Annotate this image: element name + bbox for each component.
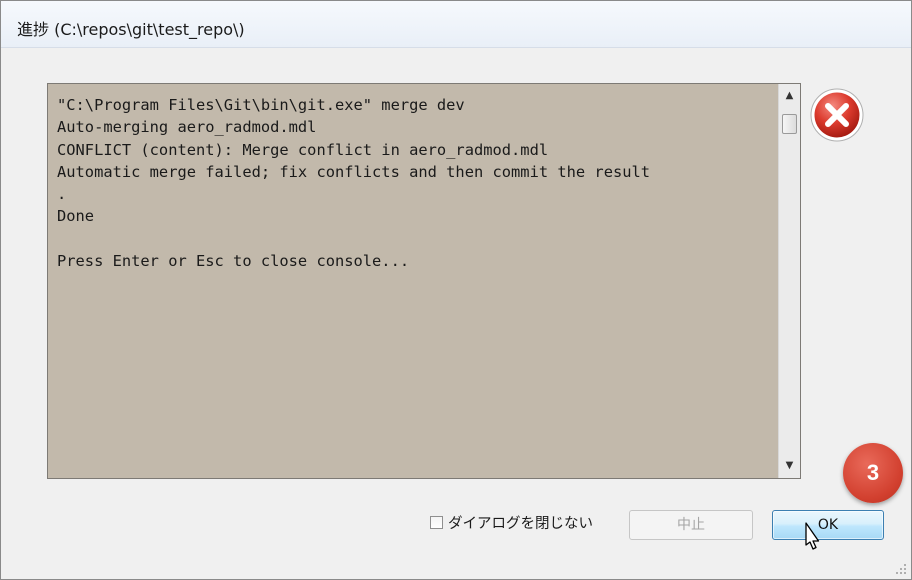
- error-icon: [810, 88, 864, 142]
- vertical-scrollbar[interactable]: ▲ ▼: [778, 84, 800, 478]
- window-title: 進捗 (C:\repos\git\test_repo\): [17, 20, 245, 39]
- title-bar: 進捗 (C:\repos\git\test_repo\): [1, 1, 911, 48]
- step-badge: 3: [843, 443, 903, 503]
- mouse-pointer-icon: [805, 522, 820, 550]
- keep-open-option[interactable]: ダイアログを閉じない: [430, 511, 593, 533]
- progress-dialog: 進捗 (C:\repos\git\test_repo\) "C:\Program…: [0, 0, 912, 580]
- scroll-down-arrow-icon[interactable]: ▼: [779, 456, 800, 476]
- console-output[interactable]: "C:\Program Files\Git\bin\git.exe" merge…: [47, 83, 801, 479]
- ok-button[interactable]: OK: [772, 510, 884, 540]
- abort-button[interactable]: 中止: [629, 510, 753, 540]
- scroll-up-arrow-icon[interactable]: ▲: [779, 86, 800, 106]
- resize-grip-icon[interactable]: [895, 563, 907, 575]
- console-text: "C:\Program Files\Git\bin\git.exe" merge…: [57, 96, 651, 271]
- keep-open-checkbox[interactable]: [430, 515, 443, 529]
- scroll-thumb[interactable]: [782, 114, 797, 134]
- keep-open-label: ダイアログを閉じない: [448, 515, 593, 532]
